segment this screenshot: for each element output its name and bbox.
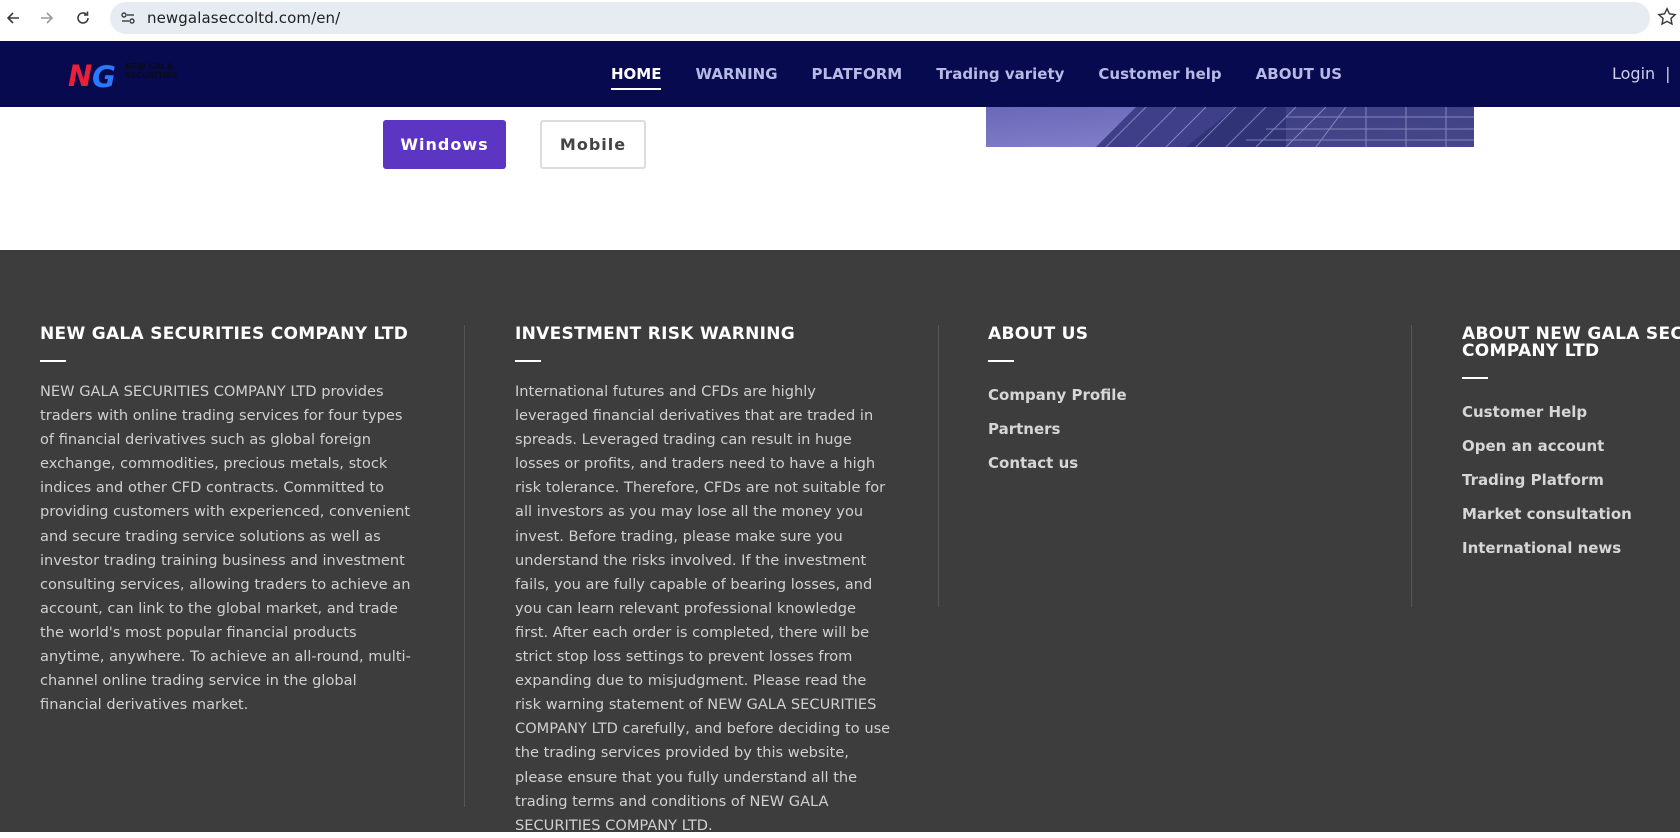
logo-mark: N G [68, 59, 116, 94]
nav-customer-help[interactable]: Customer help [1098, 41, 1221, 107]
svg-text:G: G [92, 60, 116, 91]
site-footer: NEW GALA SECURITIES COMPANY LTD NEW GALA… [0, 250, 1680, 834]
footer-link-contact-us[interactable]: Contact us [988, 446, 1368, 480]
back-arrow-icon[interactable] [0, 5, 26, 31]
forward-arrow-icon[interactable] [34, 5, 60, 31]
bookmark-star-icon[interactable] [1656, 6, 1678, 28]
building-image [986, 107, 1474, 147]
footer-services-links: Customer Help Open an account Trading Pl… [1462, 395, 1680, 565]
footer-about-links: Company Profile Partners Contact us [988, 378, 1368, 480]
column-divider [938, 325, 939, 607]
footer-company-title: NEW GALA SECURITIES COMPANY LTD [40, 324, 409, 344]
nav-warning[interactable]: WARNING [695, 41, 777, 107]
logo-line-2: SECURITIES [125, 71, 178, 80]
footer-about-title: ABOUT US [988, 324, 1089, 344]
browser-toolbar: newgalaseccoltd.com/en/ [0, 0, 1680, 36]
site-logo[interactable]: N G NEW GALA SECURITIES [67, 59, 182, 94]
nav-home[interactable]: HOME [611, 41, 662, 107]
nav-platform[interactable]: PLATFORM [812, 41, 903, 107]
nav-about-us[interactable]: ABOUT US [1256, 41, 1342, 107]
nav-trading-variety[interactable]: Trading variety [936, 41, 1064, 107]
footer-link-customer-help[interactable]: Customer Help [1462, 395, 1680, 429]
footer-link-company-profile[interactable]: Company Profile [988, 378, 1368, 412]
account-links: Login|S [1612, 41, 1680, 107]
mobile-download-button[interactable]: Mobile [540, 120, 646, 169]
site-header: N G NEW GALA SECURITIES HOME WARNING PLA… [0, 41, 1680, 107]
column-divider [1411, 325, 1412, 607]
login-separator: | [1665, 64, 1671, 83]
footer-link-international-news[interactable]: International news [1462, 531, 1680, 565]
title-underline [1462, 377, 1488, 379]
footer-link-market-consultation[interactable]: Market consultation [1462, 497, 1680, 531]
title-underline [988, 360, 1014, 362]
footer-company-column: NEW GALA SECURITIES COMPANY LTD NEW GALA… [40, 326, 420, 717]
footer-services-title: ABOUT NEW GALA SECU COMPANY LTD [1462, 326, 1680, 360]
address-bar[interactable]: newgalaseccoltd.com/en/ [110, 2, 1650, 34]
title-underline [40, 360, 66, 362]
footer-company-description: NEW GALA SECURITIES COMPANY LTD provides… [40, 383, 411, 714]
footer-risk-title: INVESTMENT RISK WARNING [515, 324, 796, 344]
footer-about-column: ABOUT US Company Profile Partners Contac… [988, 326, 1368, 480]
footer-link-trading-platform[interactable]: Trading Platform [1462, 463, 1680, 497]
reload-icon[interactable] [70, 5, 96, 31]
footer-link-open-account[interactable]: Open an account [1462, 429, 1680, 463]
logo-wordmark: NEW GALA SECURITIES [125, 62, 177, 80]
footer-services-title-line-2: COMPANY LTD [1462, 341, 1600, 361]
footer-services-column: ABOUT NEW GALA SECU COMPANY LTD Customer… [1462, 326, 1680, 565]
login-link[interactable]: Login [1612, 64, 1655, 83]
svg-text:N: N [68, 59, 92, 91]
site-info-icon[interactable] [119, 9, 137, 27]
footer-risk-description: International futures and CFDs are highl… [515, 383, 891, 834]
main-navigation: HOME WARNING PLATFORM Trading variety Cu… [611, 41, 1376, 107]
windows-download-button[interactable]: Windows [383, 120, 506, 169]
column-divider [464, 325, 465, 807]
url-text: newgalaseccoltd.com/en/ [147, 9, 341, 27]
logo-line-1: NEW GALA [125, 62, 173, 71]
title-underline [515, 360, 541, 362]
footer-link-partners[interactable]: Partners [988, 412, 1368, 446]
footer-risk-column: INVESTMENT RISK WARNING International fu… [515, 326, 893, 838]
